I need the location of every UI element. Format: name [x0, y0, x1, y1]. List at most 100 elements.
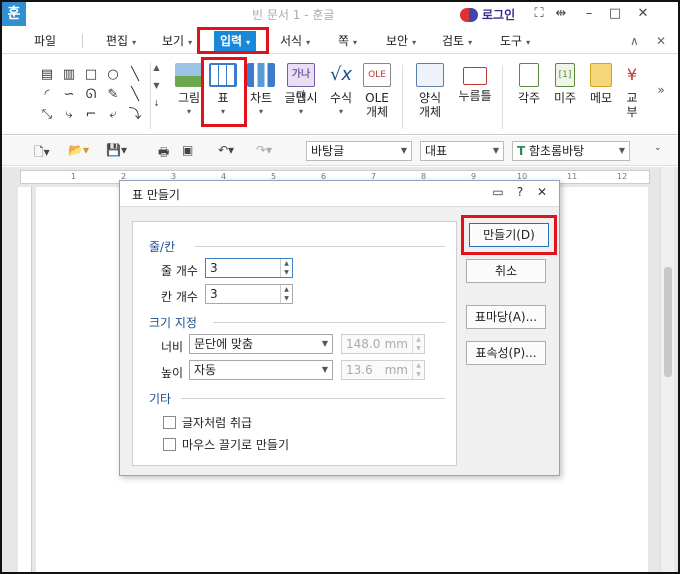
- height-input[interactable]: 13.6 mm ▲ ▼: [341, 360, 425, 380]
- checkbox-box[interactable]: [163, 416, 176, 429]
- new-document-icon[interactable]: 🗋▾: [34, 143, 50, 164]
- redo-icon[interactable]: ↷▾: [256, 143, 272, 157]
- insert-field-button[interactable]: 누름틀: [456, 63, 494, 103]
- menu-separator: [82, 34, 83, 48]
- proofread-label: 교 부: [626, 91, 638, 119]
- font-select[interactable]: T 함초롬바탕 ▼: [512, 141, 630, 161]
- preview-icon[interactable]: ▣: [182, 143, 193, 157]
- font-type-icon: T: [517, 144, 526, 158]
- print-icon[interactable]: 🖶: [158, 143, 169, 164]
- ribbon-separator: [502, 65, 503, 129]
- open-folder-icon[interactable]: 📂▾: [68, 143, 89, 157]
- format-toolbar: 🗋▾ 📂▾ 💾▾ 🖶 ▣ ↶▾ ↷▾ 바탕글 ▼ 대표 ▼ T 함초롬바탕 ▼ ⌄: [2, 136, 678, 166]
- pencil-icon[interactable]: ✎: [102, 85, 124, 105]
- scrollbar-thumb[interactable]: [664, 267, 672, 377]
- ellipse-icon[interactable]: ○: [102, 65, 124, 85]
- section-etc: 기타: [149, 392, 172, 406]
- connector-arrow-icon[interactable]: ⤵: [124, 105, 146, 125]
- insert-form-button[interactable]: 양식 개체: [414, 63, 446, 119]
- cols-spinner[interactable]: 3 ▲ ▼: [205, 284, 293, 304]
- freeform-icon[interactable]: ᘏ: [80, 85, 102, 105]
- fullscreen-icon[interactable]: ⛶: [530, 5, 548, 23]
- menu-edit[interactable]: 편집 ▾: [106, 32, 136, 50]
- diagonal-line-icon[interactable]: ╲: [124, 85, 146, 105]
- rectangle-icon[interactable]: □: [80, 65, 102, 85]
- collapse-ribbon-icon[interactable]: ∧: [630, 32, 639, 50]
- highlight-insert-menu: [197, 27, 269, 54]
- menu-tools[interactable]: 도구 ▾: [500, 32, 530, 50]
- section-size: 크기 지정: [149, 316, 197, 330]
- vertical-ruler[interactable]: [18, 187, 32, 572]
- width-select[interactable]: 문단에 맞춤 ▼: [189, 334, 333, 354]
- dialog-chat-icon[interactable]: ▭: [490, 185, 506, 199]
- height-select[interactable]: 자동 ▼: [189, 360, 333, 380]
- connector-step-icon[interactable]: ⌐: [80, 105, 102, 125]
- ruler-number: 1: [71, 172, 77, 181]
- dialog-help-icon[interactable]: ?: [512, 185, 528, 199]
- app-logo: 훈: [2, 2, 26, 26]
- maximize-icon[interactable]: □: [606, 5, 624, 23]
- split-view-icon[interactable]: ⇹: [552, 5, 570, 23]
- rect-lines-icon[interactable]: ▥: [58, 65, 80, 85]
- rect-text-icon[interactable]: ▤: [36, 65, 58, 85]
- language-select[interactable]: 대표 ▼: [420, 141, 504, 161]
- vertical-scrollbar[interactable]: [660, 167, 674, 572]
- menu-file[interactable]: 파일: [34, 32, 56, 50]
- table-properties-button[interactable]: 표속성(P)...: [466, 341, 546, 365]
- arc-icon[interactable]: ◜: [36, 85, 58, 105]
- endnote-label: 미주: [553, 91, 577, 105]
- width-unit: mm: [384, 337, 408, 351]
- cols-spin-arrows[interactable]: ▲ ▼: [280, 285, 292, 303]
- wordart-label: 글맵시: [284, 91, 318, 105]
- connector-curve-icon[interactable]: ⤶: [102, 105, 124, 125]
- menu-security[interactable]: 보안 ▾: [386, 32, 416, 50]
- insert-equation-button[interactable]: √x 수식 ▾: [326, 63, 356, 116]
- cancel-button[interactable]: 취소: [466, 259, 546, 283]
- highlight-table-button: [201, 57, 247, 127]
- menu-format[interactable]: 서식 ▾: [280, 32, 310, 50]
- connector-elbow-icon[interactable]: ⤷: [58, 105, 80, 125]
- dialog-close-icon[interactable]: ✕: [534, 185, 550, 199]
- minimize-icon[interactable]: –: [580, 5, 598, 23]
- table-style-button[interactable]: 표마당(A)...: [466, 305, 546, 329]
- form-label: 양식 개체: [418, 91, 442, 119]
- menu-review[interactable]: 검토 ▾: [442, 32, 472, 50]
- close-doc-icon[interactable]: ✕: [656, 32, 666, 50]
- mouse-drag-checkbox[interactable]: 마우스 끌기로 만들기: [163, 436, 289, 453]
- insert-picture-button[interactable]: 그림 ▾: [174, 63, 204, 116]
- insert-chart-button[interactable]: 차트 ▾: [246, 63, 276, 116]
- insert-endnote-button[interactable]: [1] 미주: [550, 63, 580, 105]
- ole-icon: OLE: [363, 63, 391, 87]
- ribbon-more-button[interactable]: »: [654, 83, 668, 97]
- shape-gallery-scroll[interactable]: ▲ ▼ ↓: [150, 63, 162, 129]
- chart-label: 차트: [249, 91, 273, 105]
- width-label: 너비: [161, 340, 184, 354]
- insert-ole-button[interactable]: OLE OLE 개체: [360, 63, 394, 119]
- rows-label: 줄 개수: [161, 264, 198, 278]
- connector-straight-icon[interactable]: ⤡: [36, 105, 58, 125]
- checkbox-box[interactable]: [163, 438, 176, 451]
- paragraph-style-select[interactable]: 바탕글 ▼: [306, 141, 412, 161]
- line-icon[interactable]: ╲: [124, 65, 146, 85]
- curve-icon[interactable]: ∽: [58, 85, 80, 105]
- insert-wordart-button[interactable]: 가나다 글맵시 ▾: [284, 63, 318, 116]
- insert-footnote-button[interactable]: 각주: [514, 63, 544, 105]
- rows-spin-arrows[interactable]: ▲ ▼: [280, 259, 292, 277]
- treat-as-char-checkbox[interactable]: 글자처럼 취급: [163, 414, 252, 431]
- create-table-dialog: 표 만들기 ▭ ? ✕ 줄/칸 줄 개수 3 ▲ ▼ 칸 개수 3 ▲ ▼ 크기 지…: [119, 180, 560, 476]
- highlight-create-button: [461, 215, 557, 255]
- insert-memo-button[interactable]: 메모: [586, 63, 616, 105]
- width-select-value: 문단에 맞춤: [194, 337, 254, 351]
- insert-proofread-button[interactable]: ¥ 교 부: [620, 63, 644, 119]
- menu-page[interactable]: 쪽 ▾: [338, 32, 357, 50]
- save-icon[interactable]: 💾▾: [106, 143, 127, 157]
- menu-view[interactable]: 보기 ▾: [162, 32, 192, 50]
- window-title: 빈 문서 1 - 훈글: [252, 8, 335, 22]
- undo-icon[interactable]: ↶▾: [218, 143, 234, 157]
- width-input[interactable]: 148.0 mm ▲ ▼: [341, 334, 425, 354]
- close-icon[interactable]: ✕: [634, 5, 652, 23]
- endnote-icon: [1]: [555, 63, 575, 87]
- toolbar-expand-icon[interactable]: ⌄: [654, 143, 662, 153]
- rows-spinner[interactable]: 3 ▲ ▼: [205, 258, 293, 278]
- login-button[interactable]: 로그인: [460, 6, 515, 23]
